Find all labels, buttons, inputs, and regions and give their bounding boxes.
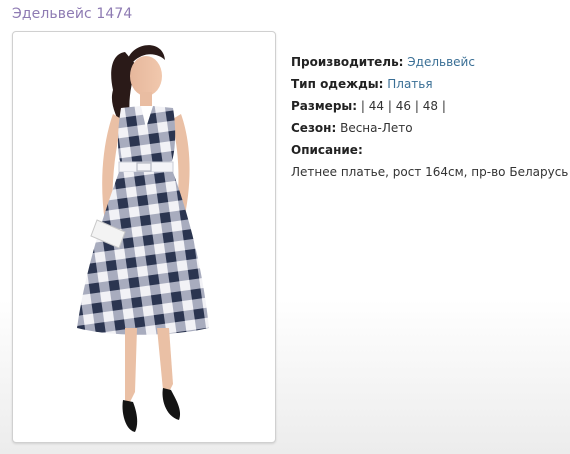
type-label: Тип одежды: (291, 77, 384, 91)
type-row: Тип одежды: Платья (291, 73, 566, 95)
size-separator: | (387, 99, 392, 113)
manufacturer-row: Производитель: Эдельвейс (291, 51, 566, 73)
manufacturer-link[interactable]: Эдельвейс (407, 55, 475, 69)
product-photo[interactable] (12, 31, 276, 443)
size-option: 44 (368, 99, 385, 113)
product-details: Производитель: Эдельвейс Тип одежды: Пла… (291, 51, 569, 183)
season-row: Сезон: Весна-Лето (291, 117, 566, 139)
product-title: Эдельвейс 1474 (12, 6, 133, 22)
size-separator: | (441, 99, 446, 113)
season-label: Сезон: (291, 121, 337, 135)
description-text: Летнее платье, рост 164см, пр-во Беларус… (291, 165, 569, 179)
type-link[interactable]: Платья (387, 77, 432, 91)
size-option: 48 (422, 99, 439, 113)
size-option: 46 (395, 99, 412, 113)
description-label: Описание: (291, 143, 363, 157)
description-label-row: Описание: (291, 139, 566, 161)
size-separator: | (414, 99, 419, 113)
dress-model-image (77, 45, 209, 432)
sizes-row: Размеры: | 44 | 46 | 48 | (291, 95, 566, 117)
manufacturer-label: Производитель: (291, 55, 404, 69)
season-value: Весна-Лето (340, 121, 413, 135)
size-separator: | (360, 99, 365, 113)
sizes-label: Размеры: (291, 99, 358, 113)
